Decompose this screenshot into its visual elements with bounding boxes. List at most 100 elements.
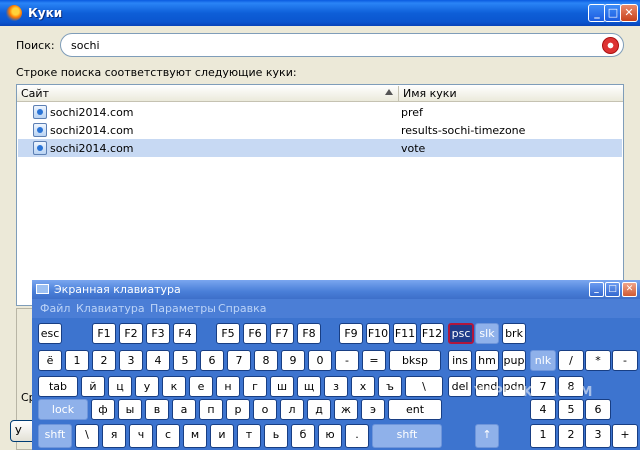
keyboard-key[interactable]: н xyxy=(216,376,240,397)
keyboard-key[interactable]: ю xyxy=(318,424,342,448)
menu-help[interactable]: Справка xyxy=(218,302,266,315)
keyboard-key[interactable]: ч xyxy=(129,424,153,448)
keyboard-key[interactable]: 6 xyxy=(585,399,611,420)
close-button[interactable]: ✕ xyxy=(620,4,638,22)
keyboard-key[interactable]: F12 xyxy=(420,323,444,344)
keyboard-key[interactable]: п xyxy=(199,399,223,420)
keyboard-key[interactable]: 9 xyxy=(281,350,305,371)
keyboard-key[interactable]: а xyxy=(172,399,196,420)
column-cookie-name[interactable]: Имя куки xyxy=(403,87,457,100)
key-page-up[interactable]: pup xyxy=(502,350,526,371)
keyboard-key[interactable]: F7 xyxy=(270,323,294,344)
key-delete[interactable]: del xyxy=(448,376,472,397)
key-num-lock[interactable]: nlk xyxy=(530,350,556,371)
key-shift[interactable]: shft xyxy=(372,424,442,448)
keyboard-key[interactable]: я xyxy=(102,424,126,448)
keyboard-key[interactable]: в xyxy=(145,399,169,420)
keyboard-key[interactable]: F5 xyxy=(216,323,240,344)
keyboard-key[interactable]: б xyxy=(291,424,315,448)
keyboard-key[interactable]: м xyxy=(183,424,207,448)
key-home[interactable]: hm xyxy=(475,350,499,371)
cookie-row[interactable]: sochi2014.com pref xyxy=(18,103,622,121)
keyboard-key[interactable]: р xyxy=(226,399,250,420)
keyboard-key[interactable]: 8 xyxy=(254,350,278,371)
keyboard-key[interactable]: - xyxy=(612,350,638,371)
keyboard-key[interactable]: \ xyxy=(405,376,443,397)
menu-options[interactable]: Параметры xyxy=(150,302,216,315)
keyboard-key[interactable]: * xyxy=(585,350,611,371)
column-site[interactable]: Сайт xyxy=(21,87,49,100)
keyboard-key[interactable]: F8 xyxy=(297,323,321,344)
key-print-screen[interactable]: psc xyxy=(448,323,474,344)
key-shift[interactable]: shft xyxy=(38,424,72,448)
keyboard-key[interactable]: л xyxy=(280,399,304,420)
keyboard-key[interactable]: х xyxy=(351,376,375,397)
keyboard-key[interactable]: 5 xyxy=(173,350,197,371)
keyboard-key[interactable]: ф xyxy=(91,399,115,420)
keyboard-key[interactable]: е xyxy=(189,376,213,397)
keyboard-key[interactable]: F11 xyxy=(393,323,417,344)
keyboard-key[interactable]: 1 xyxy=(530,424,556,448)
keyboard-key[interactable]: F4 xyxy=(173,323,197,344)
search-box[interactable] xyxy=(60,33,624,57)
key-esc[interactable]: esc xyxy=(38,323,62,344)
keyboard-key[interactable]: й xyxy=(81,376,105,397)
key-insert[interactable]: ins xyxy=(448,350,472,371)
key-tab[interactable]: tab xyxy=(38,376,78,397)
keyboard-key[interactable]: ь xyxy=(264,424,288,448)
keyboard-key[interactable]: F1 xyxy=(92,323,116,344)
keyboard-key[interactable]: 1 xyxy=(65,350,89,371)
keyboard-key[interactable]: у xyxy=(135,376,159,397)
keyboard-key[interactable]: ш xyxy=(270,376,294,397)
menu-file[interactable]: Файл xyxy=(40,302,70,315)
keyboard-key[interactable]: \ xyxy=(75,424,99,448)
keyboard-key[interactable]: ы xyxy=(118,399,142,420)
osk-titlebar[interactable]: Экранная клавиатура _ □ ✕ xyxy=(32,280,640,299)
keyboard-key[interactable]: 3 xyxy=(585,424,611,448)
cookies-tree[interactable]: Сайт Имя куки sochi2014.com pref sochi20… xyxy=(16,84,624,306)
keyboard-key[interactable]: F6 xyxy=(243,323,267,344)
keyboard-key[interactable]: т xyxy=(237,424,261,448)
keyboard-key[interactable]: 5 xyxy=(558,399,584,420)
keyboard-key[interactable]: = xyxy=(362,350,386,371)
keyboard-key[interactable]: F3 xyxy=(146,323,170,344)
keyboard-key[interactable]: к xyxy=(162,376,186,397)
keyboard-key[interactable]: ъ xyxy=(378,376,402,397)
keyboard-key[interactable]: . xyxy=(345,424,369,448)
keyboard-key[interactable]: 4 xyxy=(530,399,556,420)
keyboard-key[interactable]: F9 xyxy=(339,323,363,344)
clear-search-icon[interactable] xyxy=(602,37,619,54)
keyboard-key[interactable]: 4 xyxy=(146,350,170,371)
keyboard-key[interactable]: 3 xyxy=(119,350,143,371)
keyboard-key[interactable]: - xyxy=(335,350,359,371)
keyboard-key[interactable]: и xyxy=(210,424,234,448)
cookie-row[interactable]: sochi2014.com results-sochi-timezone xyxy=(18,121,622,139)
osk-maximize-button[interactable]: □ xyxy=(605,282,620,297)
key-enter[interactable]: ent xyxy=(388,399,442,420)
keyboard-key[interactable]: г xyxy=(243,376,267,397)
column-separator[interactable] xyxy=(398,86,399,101)
keyboard-key[interactable]: з xyxy=(324,376,348,397)
key-scroll-lock[interactable]: slk xyxy=(475,323,499,344)
keyboard-key[interactable]: 2 xyxy=(558,424,584,448)
keyboard-key[interactable]: 6 xyxy=(200,350,224,371)
keyboard-key[interactable]: 2 xyxy=(92,350,116,371)
keyboard-key[interactable]: F2 xyxy=(119,323,143,344)
keyboard-key[interactable]: ё xyxy=(38,350,62,371)
keyboard-key[interactable]: 0 xyxy=(308,350,332,371)
keyboard-key[interactable]: о xyxy=(253,399,277,420)
key-backspace[interactable]: bksp xyxy=(389,350,441,371)
keyboard-key[interactable]: э xyxy=(361,399,385,420)
keyboard-key[interactable]: щ xyxy=(297,376,321,397)
keyboard-key[interactable]: F10 xyxy=(366,323,390,344)
keyboard-key[interactable]: д xyxy=(307,399,331,420)
osk-close-button[interactable]: ✕ xyxy=(622,282,637,297)
osk-minimize-button[interactable]: _ xyxy=(589,282,604,297)
keyboard-key[interactable]: ц xyxy=(108,376,132,397)
key-break[interactable]: brk xyxy=(502,323,526,344)
keyboard-key[interactable]: + xyxy=(612,424,638,448)
key-caps-lock[interactable]: lock xyxy=(38,399,88,420)
keyboard-key[interactable]: / xyxy=(558,350,584,371)
window-titlebar[interactable]: Куки _ □ ✕ xyxy=(0,0,640,26)
search-input[interactable] xyxy=(71,37,591,53)
